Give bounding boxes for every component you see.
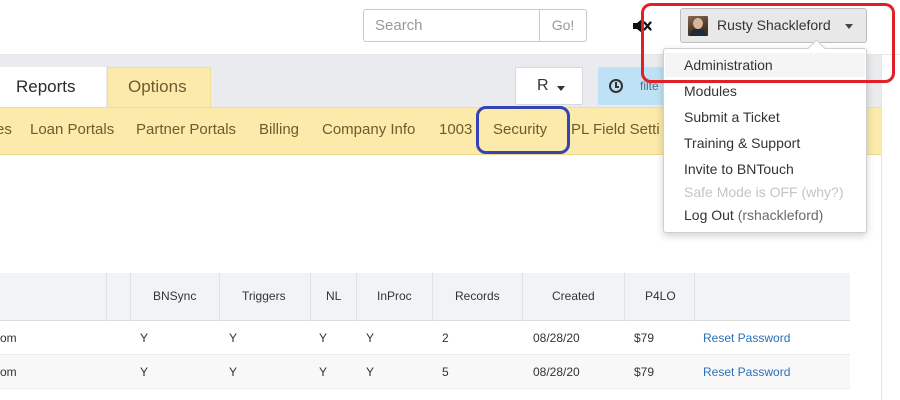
nav-item-partial[interactable]: es: [0, 121, 12, 138]
menu-item-safe-mode: Safe Mode is OFF (why?): [684, 184, 844, 200]
tab-options-label: Options: [128, 77, 187, 96]
chevron-down-icon: [845, 24, 853, 29]
triggers-cell: Y: [229, 365, 238, 379]
nav-item-loan-portals[interactable]: Loan Portals: [30, 121, 114, 138]
logout-label: Log Out: [684, 207, 734, 223]
reset-password-link[interactable]: Reset Password: [703, 331, 790, 345]
user-name: Rusty Shackleford: [717, 17, 831, 33]
caret-down-icon: [557, 86, 565, 91]
top-bar: Go! Rusty Shackleford: [0, 0, 900, 55]
column-header-nl[interactable]: NL: [326, 289, 341, 303]
bnsync-cell: Y: [140, 365, 149, 379]
nav-item-1003[interactable]: 1003: [439, 121, 472, 138]
column-header-bnsync[interactable]: BNSync: [153, 289, 196, 303]
created-cell: 08/28/20: [533, 365, 580, 379]
email-cell: om: [0, 331, 17, 345]
table-row: om Y Y Y Y 5 08/28/20 $79 Reset Password: [0, 355, 850, 389]
search-input[interactable]: [363, 9, 540, 42]
user-menu-button[interactable]: Rusty Shackleford: [680, 8, 867, 43]
menu-item-invite[interactable]: Invite to BNTouch: [684, 161, 794, 177]
logout-username: (rshackleford): [737, 207, 824, 223]
column-header-triggers[interactable]: Triggers: [242, 289, 286, 303]
menu-item-training-support[interactable]: Training & Support: [684, 135, 800, 151]
nav-item-pl-field-settings[interactable]: PL Field Setti: [571, 121, 660, 138]
inproc-cell: Y: [366, 365, 375, 379]
column-header-inproc[interactable]: InProc: [377, 289, 412, 303]
tab-options[interactable]: Options: [107, 67, 211, 107]
bnsync-cell: Y: [140, 331, 149, 345]
avatar: [688, 16, 708, 36]
menu-item-administration[interactable]: Administration: [684, 57, 773, 73]
r-dropdown-label: R: [537, 77, 549, 94]
inproc-cell: Y: [366, 331, 375, 345]
r-dropdown[interactable]: R: [515, 67, 583, 105]
column-header-records[interactable]: Records: [455, 289, 500, 303]
reset-password-link[interactable]: Reset Password: [703, 365, 790, 379]
nav-item-partner-portals[interactable]: Partner Portals: [136, 121, 236, 138]
p4lo-cell: $79: [634, 331, 655, 345]
nav-item-security[interactable]: Security: [493, 121, 547, 138]
tab-reports-label: Reports: [16, 77, 76, 96]
menu-item-modules[interactable]: Modules: [684, 83, 737, 99]
created-cell: 08/28/20: [533, 331, 580, 345]
records-cell: 5: [442, 365, 449, 379]
records-cell: 2: [442, 331, 449, 345]
go-button[interactable]: Go!: [539, 9, 587, 42]
app-window: Go! Rusty Shackleford Reports Options R …: [0, 0, 900, 400]
user-dropdown-menu: Administration Modules Submit a Ticket T…: [663, 48, 867, 233]
nl-cell: Y: [319, 365, 328, 379]
table-header: BNSync Triggers NL InProc Records Create…: [0, 273, 850, 321]
email-cell: om: [0, 365, 17, 379]
table-row: om Y Y Y Y 2 08/28/20 $79 Reset Password: [0, 321, 850, 355]
volume-mute-icon[interactable]: [632, 16, 652, 36]
nav-item-billing[interactable]: Billing: [259, 121, 299, 138]
menu-item-logout[interactable]: Log Out (rshackleford): [684, 207, 823, 223]
p4lo-cell: $79: [634, 365, 655, 379]
nl-cell: Y: [319, 331, 328, 345]
scrollbar[interactable]: [881, 55, 900, 400]
table-row: [0, 389, 850, 400]
tab-reports[interactable]: Reports: [0, 67, 106, 107]
menu-item-submit-ticket[interactable]: Submit a Ticket: [684, 109, 780, 125]
clock-icon: [609, 79, 623, 93]
column-header-p4lo[interactable]: P4LO: [645, 289, 676, 303]
nav-item-company-info[interactable]: Company Info: [322, 121, 415, 138]
column-header-created[interactable]: Created: [552, 289, 595, 303]
triggers-cell: Y: [229, 331, 238, 345]
filter-label: filte: [640, 79, 659, 93]
